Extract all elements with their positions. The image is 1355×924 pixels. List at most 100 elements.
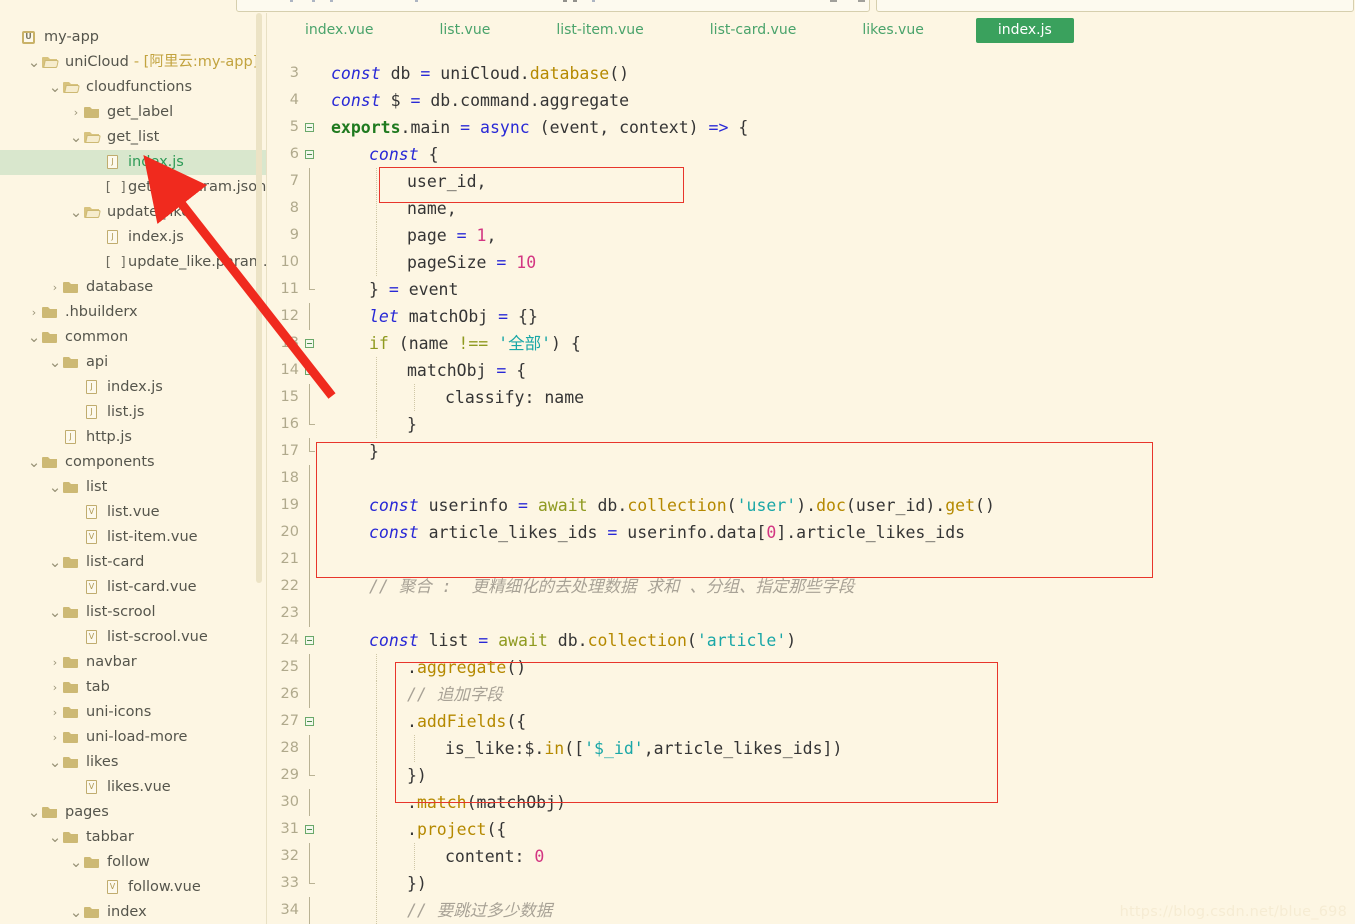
tree-item-likes-vue[interactable]: likes.vue [0,775,266,800]
chevron-right-icon[interactable]: › [48,275,62,300]
code-line[interactable]: 7 user_id, [267,168,1355,195]
code-line[interactable]: 23 [267,600,1355,627]
chevron-right-icon[interactable]: › [48,700,62,725]
tree-item-components[interactable]: ⌄ components [0,450,266,475]
tree-item-pages[interactable]: ⌄ pages [0,800,266,825]
code-text[interactable]: } = event [319,276,1355,303]
chevron-down-icon[interactable]: ⌄ [48,553,62,572]
tree-item-get-list-param-json[interactable]: get_list.param.json [0,175,266,200]
code-text[interactable]: }) [319,870,1355,897]
tree-item-common[interactable]: ⌄ common [0,325,266,350]
code-text[interactable]: .addFields({ [319,708,1355,735]
code-text[interactable]: exports.main = async (event, context) =>… [319,114,1355,141]
fold-collapse-icon[interactable] [301,627,319,654]
project-explorer-sidebar[interactable]: my-app⌄uniCloud- [阿里云:my-app]⌄cloudfunct… [0,13,267,924]
code-text[interactable]: const article_likes_ids = userinfo.data[… [319,519,1355,546]
code-text[interactable]: // 聚合 : 更精细化的去处理数据 求和 、分组、指定那些字段 [319,573,1355,600]
tree-item-unicloud[interactable]: ⌄ uniCloud - [阿里云:my-app] [0,50,266,75]
code-text[interactable]: }) [319,762,1355,789]
editor-tab-list-card-vue[interactable]: list-card.vue [696,18,811,43]
code-text[interactable] [319,600,1355,627]
chevron-down-icon[interactable]: ⌄ [48,603,62,622]
chevron-down-icon[interactable]: ⌄ [48,828,62,847]
code-line[interactable]: 16} [267,411,1355,438]
tree-item-list-scrool-vue[interactable]: list-scrool.vue [0,625,266,650]
code-text[interactable]: .aggregate() [319,654,1355,681]
chevron-down-icon[interactable]: ⌄ [69,203,83,222]
code-line[interactable]: 4 const $ = db.command.aggregate [267,87,1355,114]
chevron-right-icon[interactable]: › [27,300,41,325]
code-text[interactable]: classify: name [319,384,1355,411]
code-text[interactable] [319,465,1355,492]
code-line[interactable]: 22 // 聚合 : 更精细化的去处理数据 求和 、分组、指定那些字段 [267,573,1355,600]
fold-collapse-icon[interactable] [301,357,319,384]
code-text[interactable]: const $ = db.command.aggregate [319,87,1355,114]
chevron-down-icon[interactable]: ⌄ [69,853,83,872]
code-line[interactable]: 12 let matchObj = {} [267,303,1355,330]
code-line[interactable]: 31 .project({ [267,816,1355,843]
tree-item-likes[interactable]: ⌄ likes [0,750,266,775]
chevron-down-icon[interactable]: ⌄ [48,753,62,772]
tree-item-get-list[interactable]: ⌄ get_list [0,125,266,150]
code-line[interactable]: 8 name, [267,195,1355,222]
tree-item-follow[interactable]: ⌄ follow [0,850,266,875]
chevron-right-icon[interactable]: › [48,675,62,700]
tree-item-api[interactable]: ⌄ api [0,350,266,375]
tree-item-tabbar[interactable]: ⌄ tabbar [0,825,266,850]
code-text[interactable]: matchObj = { [319,357,1355,384]
tree-item-list-item-vue[interactable]: list-item.vue [0,525,266,550]
code-line[interactable]: 28 is_like:$.in(['$_id',article_likes_ids… [267,735,1355,762]
code-text[interactable]: const list = await db.collection('articl… [319,627,1355,654]
code-line[interactable]: 18 [267,465,1355,492]
tree-item-list-card[interactable]: ⌄ list-card [0,550,266,575]
tree-item-cloudfunctions[interactable]: ⌄ cloudfunctions [0,75,266,100]
tree-item--hbuilderx[interactable]: › .hbuilderx [0,300,266,325]
tree-item-index-js[interactable]: index.js [0,225,266,250]
code-line[interactable]: 9 page = 1, [267,222,1355,249]
code-line[interactable]: 17} [267,438,1355,465]
chevron-down-icon[interactable]: ⌄ [48,78,62,97]
chevron-down-icon[interactable]: ⌄ [27,803,41,822]
code-text[interactable]: const db = uniCloud.database() [319,60,1355,87]
code-line[interactable]: 19 const userinfo = await db.collection('… [267,492,1355,519]
code-line[interactable]: 30 .match(matchObj) [267,789,1355,816]
tree-item-list-card-vue[interactable]: list-card.vue [0,575,266,600]
code-text[interactable]: const userinfo = await db.collection('us… [319,492,1355,519]
chevron-down-icon[interactable]: ⌄ [27,328,41,347]
tree-item-update-like-param-json[interactable]: update_like.param.json [0,250,266,275]
tree-item-my-app[interactable]: my-app [0,25,266,50]
chevron-down-icon[interactable]: ⌄ [48,478,62,497]
code-line[interactable]: 14 matchObj = { [267,357,1355,384]
tree-item-list-scrool[interactable]: ⌄ list-scrool [0,600,266,625]
tree-item-update-like[interactable]: ⌄ update_like [0,200,266,225]
code-text[interactable]: .project({ [319,816,1355,843]
code-text[interactable]: if (name !== '全部') { [319,330,1355,357]
editor-tab-bar[interactable]: index.vue list.vue list-item.vue list-card.… [267,13,1355,47]
tree-item-index[interactable]: ⌄ index [0,900,266,924]
code-text[interactable]: user_id, [319,168,1355,195]
chevron-down-icon[interactable]: ⌄ [69,128,83,147]
project-file-tree[interactable]: my-app⌄uniCloud- [阿里云:my-app]⌄cloudfunct… [0,25,266,924]
sidebar-scrollbar-track[interactable] [256,13,264,924]
editor-tab-list-item-vue[interactable]: list-item.vue [542,18,657,43]
fold-collapse-icon[interactable] [301,141,319,168]
code-line[interactable]: 3 const db = uniCloud.database() [267,60,1355,87]
editor-tab-list-vue[interactable]: list.vue [426,18,505,43]
code-text[interactable]: .match(matchObj) [319,789,1355,816]
editor-tab-index-vue[interactable]: index.vue [291,18,388,43]
code-line[interactable]: 33}) [267,870,1355,897]
code-text[interactable] [319,546,1355,573]
code-line[interactable]: 13 if (name !== '全部') { [267,330,1355,357]
code-line[interactable]: 24 const list = await db.collection('arti… [267,627,1355,654]
code-text[interactable]: } [319,411,1355,438]
fold-collapse-icon[interactable] [301,114,319,141]
code-text[interactable]: let matchObj = {} [319,303,1355,330]
code-line[interactable]: 32 content: 0 [267,843,1355,870]
tree-item-list-js[interactable]: list.js [0,400,266,425]
code-line[interactable]: 10 pageSize = 10 [267,249,1355,276]
code-line[interactable]: 29}) [267,762,1355,789]
tree-item-index-js[interactable]: index.js [0,375,266,400]
code-text[interactable]: } [319,438,1355,465]
tree-item-get-label[interactable]: › get_label [0,100,266,125]
code-text[interactable]: pageSize = 10 [319,249,1355,276]
